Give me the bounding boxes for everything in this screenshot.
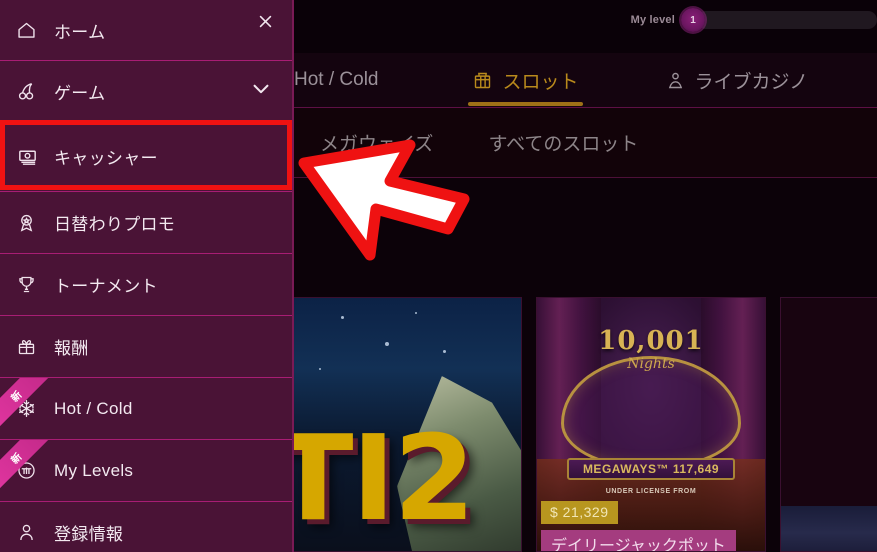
medal-icon (16, 212, 50, 233)
tab-hot-cold[interactable]: Hot / Cold (290, 53, 382, 108)
megaways-badge: MEGAWAYS™ 117,649 (567, 458, 735, 480)
snowflake-icon (16, 398, 50, 419)
game-card[interactable]: TI2 (292, 297, 522, 552)
sidebar-item-hot-cold[interactable]: 新 Hot / Cold (0, 378, 292, 440)
jackpot-tag-badge: デイリージャックポット (541, 530, 736, 551)
subnav-item-all-slots[interactable]: すべてのスロット (488, 129, 638, 156)
sidebar-item-label: キャッシャー (54, 149, 158, 168)
dealer-icon (665, 70, 686, 91)
gift-icon (16, 336, 50, 357)
trophy-icon (16, 274, 50, 295)
tab-hot-cold-label: Hot / Cold (294, 69, 379, 90)
card-title-fragment: TI2 (292, 408, 475, 547)
card-artwork-dark-footer (781, 506, 877, 551)
my-level-label: My level (630, 14, 675, 26)
game-card[interactable]: 10,001 Nights MEGAWAYS™ 117,649 UNDER LI… (536, 297, 766, 552)
sidebar-item-tournament[interactable]: トーナメント (0, 254, 292, 316)
cash-icon (16, 145, 50, 168)
tab-slots[interactable]: スロット (468, 53, 583, 108)
sidebar-item-label: トーナメント (54, 277, 158, 296)
sidebar-item-rewards[interactable]: 報酬 (0, 316, 292, 378)
sidebar-item-my-levels[interactable]: 新 My Levels (0, 440, 292, 502)
sidebar-item-account-info[interactable]: 登録情報 (0, 502, 292, 552)
chevron-down-icon[interactable] (250, 78, 272, 105)
card-artwork-nights: 10,001 Nights MEGAWAYS™ 117,649 UNDER LI… (537, 298, 765, 551)
levels-icon (16, 460, 50, 481)
card-artwork-dark (781, 298, 877, 551)
level-badge: 1 (681, 8, 705, 32)
sidebar-item-label: Hot / Cold (54, 398, 133, 418)
game-card[interactable] (780, 297, 877, 552)
card-subtitle: Nights (627, 356, 675, 372)
sidebar-item-label: My Levels (54, 460, 134, 480)
level-progress-bar (697, 11, 877, 29)
sidebar-item-daily-promo[interactable]: 日替わりプロモ (0, 192, 292, 254)
sidebar-item-label: 登録情報 (54, 524, 124, 544)
jackpot-amount-badge: $ 21,329 (541, 501, 618, 524)
sidebar-item-label: ホーム (54, 22, 106, 42)
sidebar-item-label: 報酬 (54, 339, 89, 358)
card-artwork-night-sky: TI2 (293, 298, 521, 551)
cherry-icon (16, 81, 50, 102)
slot-machine-icon (472, 70, 493, 91)
sidebar-item-home[interactable]: ホーム (0, 0, 292, 61)
card-title: 10,001 (598, 326, 704, 356)
tab-slots-underline (468, 101, 583, 106)
my-level-widget[interactable]: My level 1 (631, 8, 877, 32)
app-root: My level 1 Hot / Cold スロット ライブカジノ メガウェイズ… (0, 0, 877, 552)
user-icon (16, 522, 50, 543)
license-text: UNDER LICENSE FROM (605, 488, 697, 495)
tab-live-casino[interactable]: ライブカジノ (661, 53, 813, 108)
sidebar-item-cashier[interactable]: キャッシャー (0, 122, 292, 192)
sidebar-drawer: ホーム ゲーム キャッシャー 日替わりプロモ トーナメント 報酬 新 Hot /… (0, 0, 294, 552)
sidebar-item-label: 日替わりプロモ (54, 215, 176, 234)
home-icon (16, 20, 50, 41)
sidebar-item-games[interactable]: ゲーム (0, 61, 292, 122)
arrow-cursor (298, 137, 470, 267)
tab-live-casino-label: ライブカジノ (694, 71, 809, 93)
sidebar-item-label: ゲーム (54, 83, 106, 103)
tab-slots-label: スロット (502, 71, 579, 93)
